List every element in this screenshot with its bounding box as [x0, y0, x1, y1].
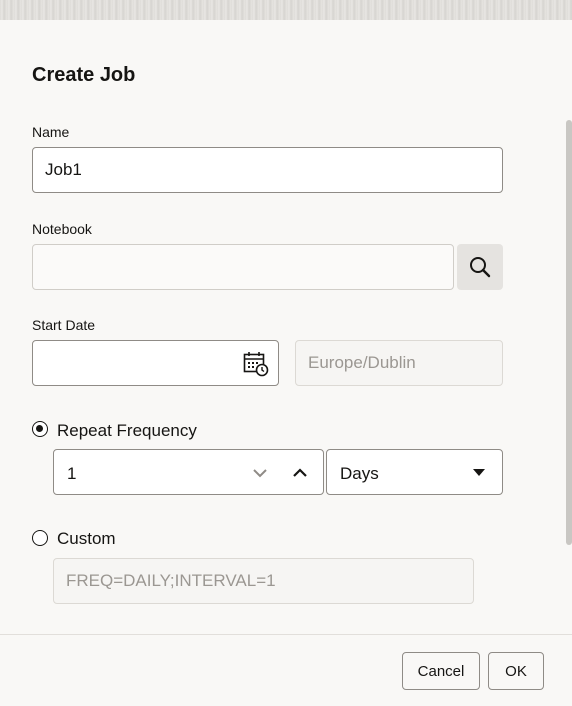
backdrop-strip	[0, 0, 572, 20]
frequency-unit-value: Days	[340, 464, 379, 483]
start-date-input[interactable]	[32, 340, 279, 386]
scrollbar[interactable]	[566, 120, 572, 545]
search-icon	[470, 257, 491, 278]
chevron-up-icon[interactable]	[290, 464, 310, 482]
ok-button[interactable]: OK	[488, 652, 544, 690]
timezone-value: Europe/Dublin	[308, 353, 416, 372]
interval-value: 1	[67, 464, 77, 483]
custom-rule-placeholder: FREQ=DAILY;INTERVAL=1	[66, 571, 276, 590]
notebook-label: Notebook	[32, 221, 92, 237]
calendar-clock-icon[interactable]	[243, 351, 269, 377]
interval-stepper[interactable]: 1	[53, 449, 324, 495]
cancel-button[interactable]: Cancel	[402, 652, 480, 690]
footer-divider	[0, 634, 572, 635]
custom-rule-input[interactable]: FREQ=DAILY;INTERVAL=1	[53, 558, 474, 604]
notebook-search-button[interactable]	[457, 244, 503, 290]
name-input-value: Job1	[45, 160, 82, 179]
dialog-title: Create Job	[32, 64, 136, 86]
repeat-frequency-radio[interactable]	[32, 421, 48, 437]
name-label: Name	[32, 124, 70, 140]
name-input[interactable]: Job1	[32, 147, 503, 193]
notebook-input[interactable]	[32, 244, 454, 290]
timezone-field: Europe/Dublin	[295, 340, 503, 386]
chevron-down-icon[interactable]	[250, 464, 270, 482]
custom-label[interactable]: Custom	[57, 529, 116, 549]
custom-radio[interactable]	[32, 530, 48, 546]
start-date-label: Start Date	[32, 317, 96, 333]
caret-down-icon	[473, 469, 485, 476]
frequency-unit-select[interactable]: Days	[326, 449, 503, 495]
repeat-frequency-label[interactable]: Repeat Frequency	[57, 421, 197, 441]
